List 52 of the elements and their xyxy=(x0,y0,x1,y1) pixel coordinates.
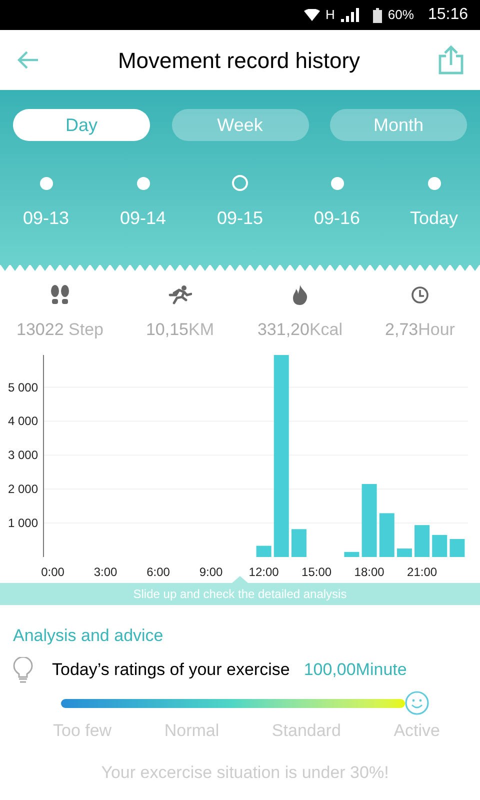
back-icon[interactable] xyxy=(16,50,40,70)
period-tab[interactable]: Week xyxy=(172,109,308,141)
wifi-icon xyxy=(304,9,320,21)
x-axis-label: 15:00 xyxy=(302,564,332,578)
period-tab[interactable]: Month xyxy=(330,109,467,141)
stat-value: 2,73Hour xyxy=(385,319,455,341)
bar xyxy=(256,545,272,556)
x-axis-label: 18:00 xyxy=(354,564,384,578)
y-axis-label: 3 000 xyxy=(8,448,38,462)
rating-value: 100,00Minute xyxy=(304,659,407,682)
y-axis-label: 2 000 xyxy=(8,482,38,496)
battery-level: 60% xyxy=(388,6,414,24)
date-label[interactable]: 09-13 xyxy=(22,205,70,232)
flame-icon xyxy=(291,285,309,305)
bar xyxy=(450,538,465,556)
clock-icon xyxy=(411,286,429,304)
section-heading: Analysis and advice xyxy=(13,624,164,646)
date-label[interactable]: 09-15 xyxy=(216,205,264,232)
battery-icon xyxy=(372,8,382,22)
stat-value: 10,15KM xyxy=(146,319,214,341)
lightbulb-icon xyxy=(13,657,33,683)
stat-value: 13022 Step xyxy=(16,319,104,341)
x-axis-label: 0:00 xyxy=(41,564,64,578)
date-label[interactable]: Today xyxy=(410,205,458,232)
share-icon[interactable] xyxy=(438,45,464,75)
page-title: Movement record history xyxy=(118,46,360,75)
runner-icon xyxy=(168,285,192,305)
period-tab[interactable]: Day xyxy=(13,109,150,141)
y-axis-label: 4 000 xyxy=(8,414,38,428)
network-type: H xyxy=(326,6,335,24)
date-label[interactable]: 09-14 xyxy=(120,205,166,232)
bar xyxy=(344,551,360,556)
smiley-thumb[interactable] xyxy=(405,691,429,715)
signal-icon xyxy=(340,8,359,22)
x-axis-label: 6:00 xyxy=(146,564,170,578)
bar xyxy=(414,524,430,556)
x-axis-label: 21:00 xyxy=(407,564,438,578)
x-axis-label: 12:00 xyxy=(248,564,279,578)
bar xyxy=(432,534,448,556)
stat-value: 331,20Kcal xyxy=(257,319,343,341)
bar xyxy=(379,512,394,556)
footprints-icon xyxy=(50,285,70,305)
y-axis-label: 1 000 xyxy=(8,516,38,530)
rating-label: Today’s ratings of your exercise xyxy=(52,659,290,682)
bar xyxy=(396,548,412,556)
x-axis-label: 3:00 xyxy=(94,564,118,578)
clock: 15:16 xyxy=(428,5,468,25)
bar xyxy=(291,528,306,556)
y-axis-label: 5 000 xyxy=(8,380,38,394)
hint-pointer xyxy=(232,576,248,582)
date-label[interactable]: 09-16 xyxy=(314,205,360,232)
x-axis-label: 9:00 xyxy=(199,564,223,578)
